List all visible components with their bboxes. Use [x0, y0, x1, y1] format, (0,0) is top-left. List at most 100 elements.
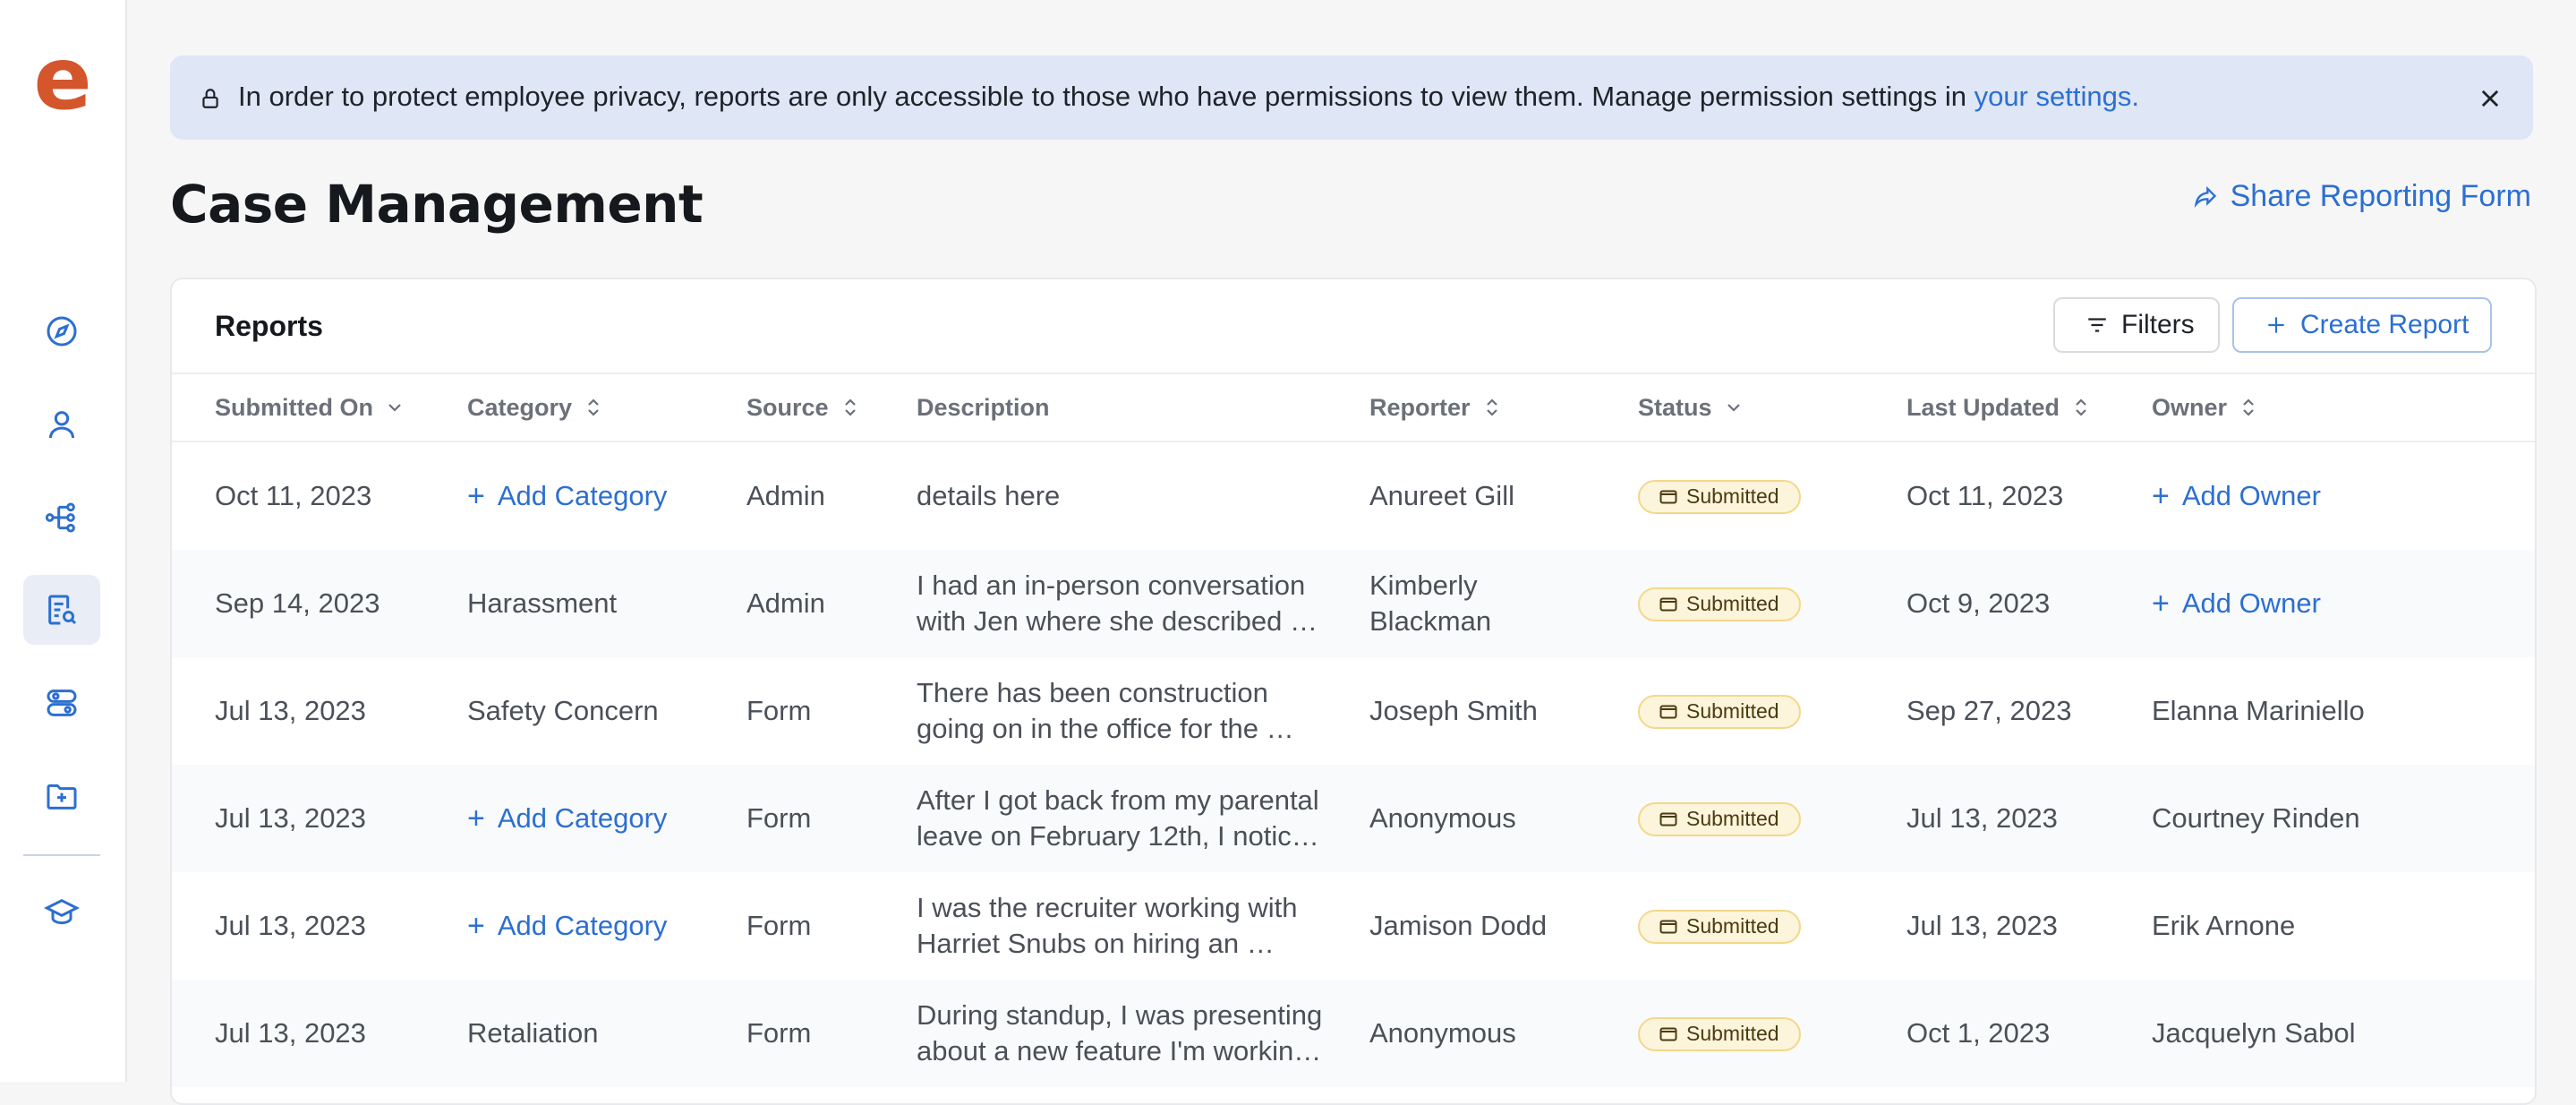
last-updated: Oct 9, 2023 — [1906, 587, 2051, 619]
sidebar-item-settings[interactable] — [23, 668, 100, 738]
status-label: Submitted — [1686, 484, 1779, 508]
owner-cell: Jacquelyn Sabol — [2152, 980, 2535, 1087]
submitted-on: Jul 13, 2023 — [215, 802, 366, 834]
source: Admin — [746, 587, 825, 619]
column-header-owner[interactable]: Owner — [2152, 374, 2535, 442]
add-owner-link[interactable]: + Add Owner — [2152, 480, 2321, 512]
reporter-cell: Anonymous — [1369, 980, 1638, 1087]
plus-icon: + — [467, 801, 485, 835]
add-category-link-label: Add Category — [497, 479, 668, 511]
sidebar-item-documents[interactable] — [23, 761, 100, 831]
column-label: Submitted On — [215, 393, 373, 421]
table-row[interactable]: Sep 14, 2023 Harassment Admin I had an in-p… — [172, 550, 2535, 657]
submitted-on: Sep 14, 2023 — [215, 587, 380, 619]
column-header-description: Description — [917, 374, 1369, 442]
source-cell: Form — [746, 765, 917, 872]
category-cell[interactable]: + Add Category — [467, 872, 746, 980]
column-header-reporter[interactable]: Reporter — [1369, 374, 1638, 442]
last-updated-cell: Oct 11, 2023 — [1906, 441, 2152, 550]
source-cell: Form — [746, 872, 917, 980]
sidebar-item-people[interactable] — [23, 390, 100, 459]
filters-button[interactable]: Filters — [2053, 297, 2220, 353]
submitted-on-cell: Jul 13, 2023 — [172, 765, 467, 872]
plus-icon: + — [2152, 586, 2170, 621]
user-icon — [49, 411, 74, 439]
share-reporting-form-link[interactable]: Share Reporting Form — [2193, 179, 2531, 214]
last-updated: Oct 1, 2023 — [1906, 1017, 2051, 1049]
description-cell: During standup, I was presenting about a… — [917, 980, 1369, 1087]
last-updated: Oct 11, 2023 — [1906, 480, 2064, 511]
column-header-last-updated[interactable]: Last Updated — [1906, 374, 2152, 442]
last-updated-cell: Sep 27, 2023 — [1906, 657, 2152, 765]
sidebar-item-case-management[interactable] — [23, 575, 100, 645]
envelope-icon — [1659, 490, 1677, 503]
sidebar-item-org-chart[interactable] — [23, 483, 100, 552]
description: I had an in-person conversation with Jen… — [917, 570, 1318, 637]
submitted-on: Jul 13, 2023 — [215, 695, 366, 726]
table-row[interactable]: Jul 13, 2023 + Add Category Form I was the r… — [172, 872, 2535, 980]
sidebar-item-explore[interactable] — [23, 296, 100, 366]
column-header-source[interactable]: Source — [746, 374, 917, 442]
settings-link[interactable]: your settings. — [1975, 81, 2139, 112]
add-category-link[interactable]: + Add Category — [467, 802, 667, 835]
toggles-icon — [47, 690, 77, 716]
status-badge: Submitted — [1638, 909, 1801, 944]
table-row[interactable]: Jul 13, 2023 Retaliation Form During standu… — [172, 980, 2535, 1087]
category-cell[interactable]: + Add Category — [467, 441, 746, 550]
category: Harassment — [467, 587, 618, 619]
report-search-icon — [48, 595, 77, 625]
column-label: Owner — [2152, 393, 2228, 421]
status-badge: Submitted — [1638, 479, 1801, 514]
category-cell: Safety Concern — [467, 657, 746, 765]
status-label: Submitted — [1686, 914, 1779, 938]
envelope-icon — [1659, 812, 1677, 826]
source-cell: Form — [746, 980, 917, 1087]
category: Retaliation — [467, 1017, 599, 1049]
table-row[interactable]: Jul 13, 2023 + Add Category Form After I got… — [172, 765, 2535, 872]
status-badge: Submitted — [1638, 801, 1801, 836]
source-cell: Admin — [746, 441, 917, 550]
folder-plus-icon — [47, 784, 77, 809]
submitted-on-cell: Jul 13, 2023 — [172, 980, 467, 1087]
table-header-row: Submitted On Category Source Description Rep… — [172, 374, 2535, 442]
add-category-link[interactable]: + Add Category — [467, 910, 667, 942]
sidebar-item-training[interactable] — [23, 878, 100, 947]
filters-label: Filters — [2121, 310, 2195, 339]
table-row[interactable]: Jul 13, 2023 Safety Concern Form There has … — [172, 657, 2535, 765]
reports-title: Reports — [215, 310, 323, 342]
app-logo[interactable]: e — [32, 36, 93, 122]
source-cell: Form — [746, 657, 917, 765]
close-icon[interactable] — [2478, 86, 2503, 111]
create-report-button[interactable]: Create Report — [2232, 297, 2492, 353]
owner-cell[interactable]: + Add Owner — [2152, 441, 2535, 550]
description: I was the recruiter working with Harriet… — [917, 892, 1298, 959]
share-icon — [2194, 185, 2216, 208]
owner: Erik Arnone — [2152, 910, 2296, 941]
reports-card: Reports Filters Create Report Submitted … — [170, 278, 2537, 1105]
submitted-on-cell: Jul 13, 2023 — [172, 657, 467, 765]
last-updated: Jul 13, 2023 — [1906, 910, 2058, 941]
reports-table: Submitted On Category Source Description Rep… — [172, 374, 2535, 1087]
table-row[interactable]: Oct 11, 2023 + Add Category Admin details he… — [172, 441, 2535, 550]
add-owner-link[interactable]: + Add Owner — [2152, 587, 2321, 620]
description: During standup, I was presenting about a… — [917, 999, 1323, 1066]
filter-icon — [2088, 318, 2106, 332]
owner: Courtney Rinden — [2152, 802, 2360, 834]
sort-desc-icon — [1727, 404, 1740, 412]
column-label: Source — [746, 393, 829, 421]
category-cell[interactable]: + Add Category — [467, 765, 746, 872]
banner-message: In order to protect employee privacy, re… — [238, 81, 2139, 113]
column-header-submitted-on[interactable]: Submitted On — [172, 374, 467, 442]
owner-cell[interactable]: + Add Owner — [2152, 550, 2535, 657]
add-category-link[interactable]: + Add Category — [467, 480, 667, 512]
last-updated: Sep 27, 2023 — [1906, 695, 2072, 726]
plus-icon: + — [467, 478, 485, 513]
last-updated-cell: Jul 13, 2023 — [1906, 765, 2152, 872]
status-badge: Submitted — [1638, 694, 1801, 729]
column-header-category[interactable]: Category — [467, 374, 746, 442]
column-header-status[interactable]: Status — [1638, 374, 1906, 442]
sort-icon — [1486, 398, 1497, 416]
banner-text: In order to protect employee privacy, re… — [238, 81, 1975, 112]
category-cell: Harassment — [467, 550, 746, 657]
source: Form — [746, 910, 812, 941]
